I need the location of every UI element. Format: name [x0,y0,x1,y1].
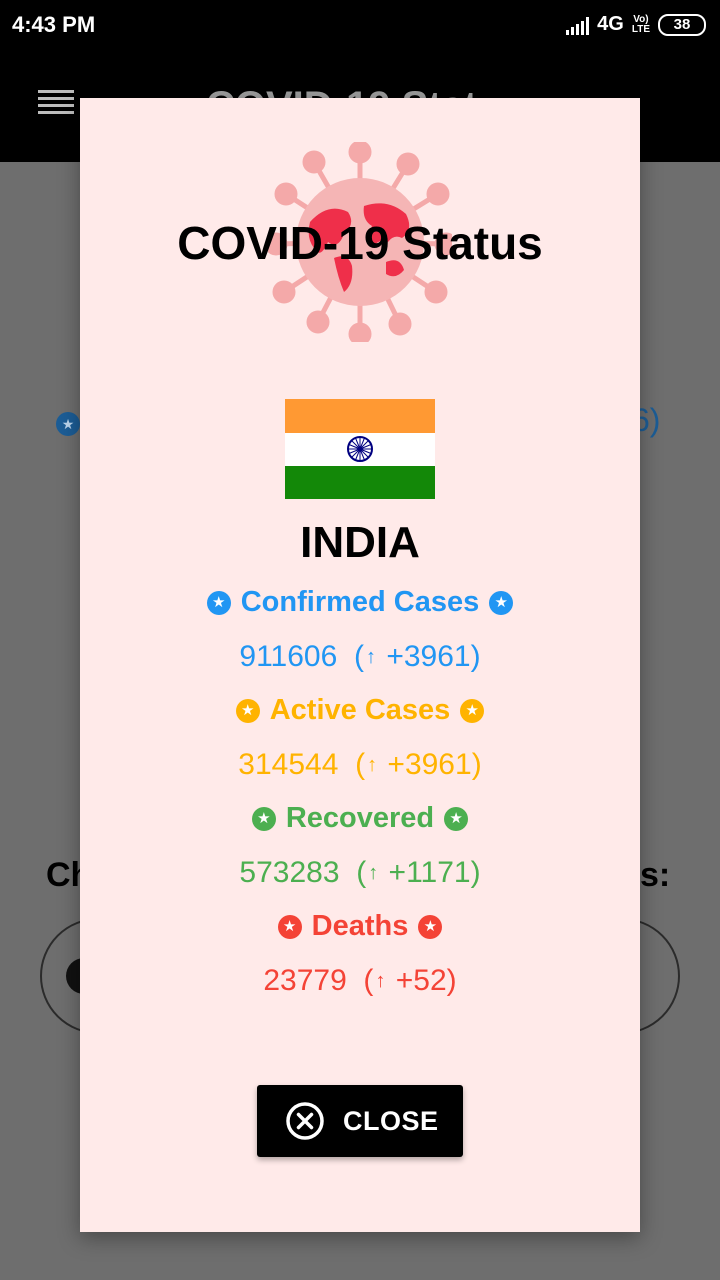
up-arrow-icon: ↑ [365,646,376,668]
star-badge-icon: ★ [277,914,302,939]
active-label: Active Cases [269,694,451,726]
close-circle-icon [286,1102,324,1140]
volte-line2: LTE [631,23,650,35]
network-type: 4G [597,13,624,35]
confirmed-label: Confirmed Cases [240,586,480,618]
status-bar: 4:43 PM 4G Vo) LTE 38 [0,0,720,52]
active-delta: +3961 [387,748,472,781]
menu-icon[interactable] [38,90,74,120]
dialog-title: COVID-19 Status [177,217,543,269]
deaths-delta: +52 [395,964,447,997]
up-arrow-icon: ↑ [367,754,378,776]
star-badge-icon: ★ [235,698,260,723]
deaths-label: Deaths [311,910,409,942]
confirmed-delta: +3961 [386,640,471,673]
status-time: 4:43 PM [12,12,96,37]
active-value: 314544 [238,748,339,781]
close-button[interactable]: CLOSE [257,1085,463,1157]
deaths-value: 23779 [263,964,347,997]
star-badge-icon: ★ [418,914,443,939]
confirmed-label-row: ★ Confirmed Cases ★ [80,586,640,619]
star-badge-icon: ★ [444,806,469,831]
star-badge-icon: ★ [460,698,485,723]
confirmed-value-row: 911606 (↑ +3961) [239,640,481,673]
recovered-label-row: ★ Recovered ★ [80,802,640,835]
background-label-right: s: [640,856,671,894]
recovered-label: Recovered [285,802,435,834]
country-name: INDIA [300,518,420,567]
confirmed-value: 911606 [239,640,338,673]
star-badge-icon: ★ [206,590,231,615]
background-star-icon: ★ [56,412,80,436]
status-dialog: COVID-19 Status INDIA ★ Confirmed Cases … [80,98,640,1232]
active-label-row: ★ Active Cases ★ [80,694,640,727]
star-badge-icon: ★ [251,806,276,831]
volte-line1: Vo) [633,13,649,25]
status-icons: 4G Vo) LTE 38 [566,13,706,36]
signal-icon [566,15,590,35]
close-button-label: CLOSE [343,1105,439,1136]
deaths-label-row: ★ Deaths ★ [80,910,640,943]
volte-icon: Vo) LTE [631,13,650,35]
active-value-row: 314544 (↑ +3961) [238,748,482,781]
india-flag-icon [285,399,435,499]
recovered-value: 573283 [239,856,340,889]
battery-icon: 38 [658,13,706,36]
recovered-value-row: 573283 (↑ +1171) [239,856,481,889]
star-badge-icon: ★ [489,590,514,615]
up-arrow-icon: ↑ [375,970,386,992]
recovered-delta: +1171 [388,856,471,889]
up-arrow-icon: ↑ [368,862,379,884]
deaths-value-row: 23779 (↑ +52) [263,964,457,997]
